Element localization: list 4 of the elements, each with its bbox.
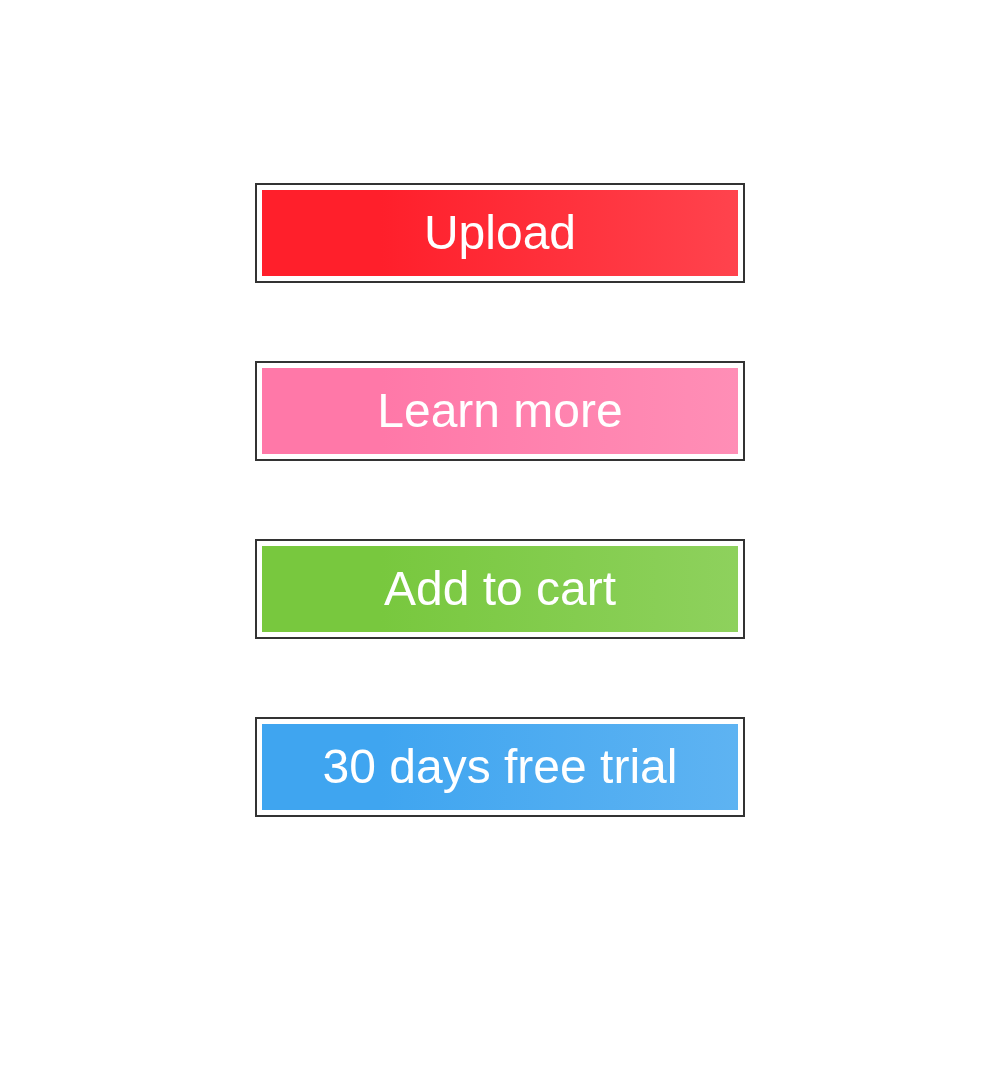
action-button[interactable]: Learn more	[255, 361, 745, 461]
action-button[interactable]: Upload	[255, 183, 745, 283]
action-button[interactable]: 30 days free trial	[255, 717, 745, 817]
action-button[interactable]: Add to cart	[255, 539, 745, 639]
